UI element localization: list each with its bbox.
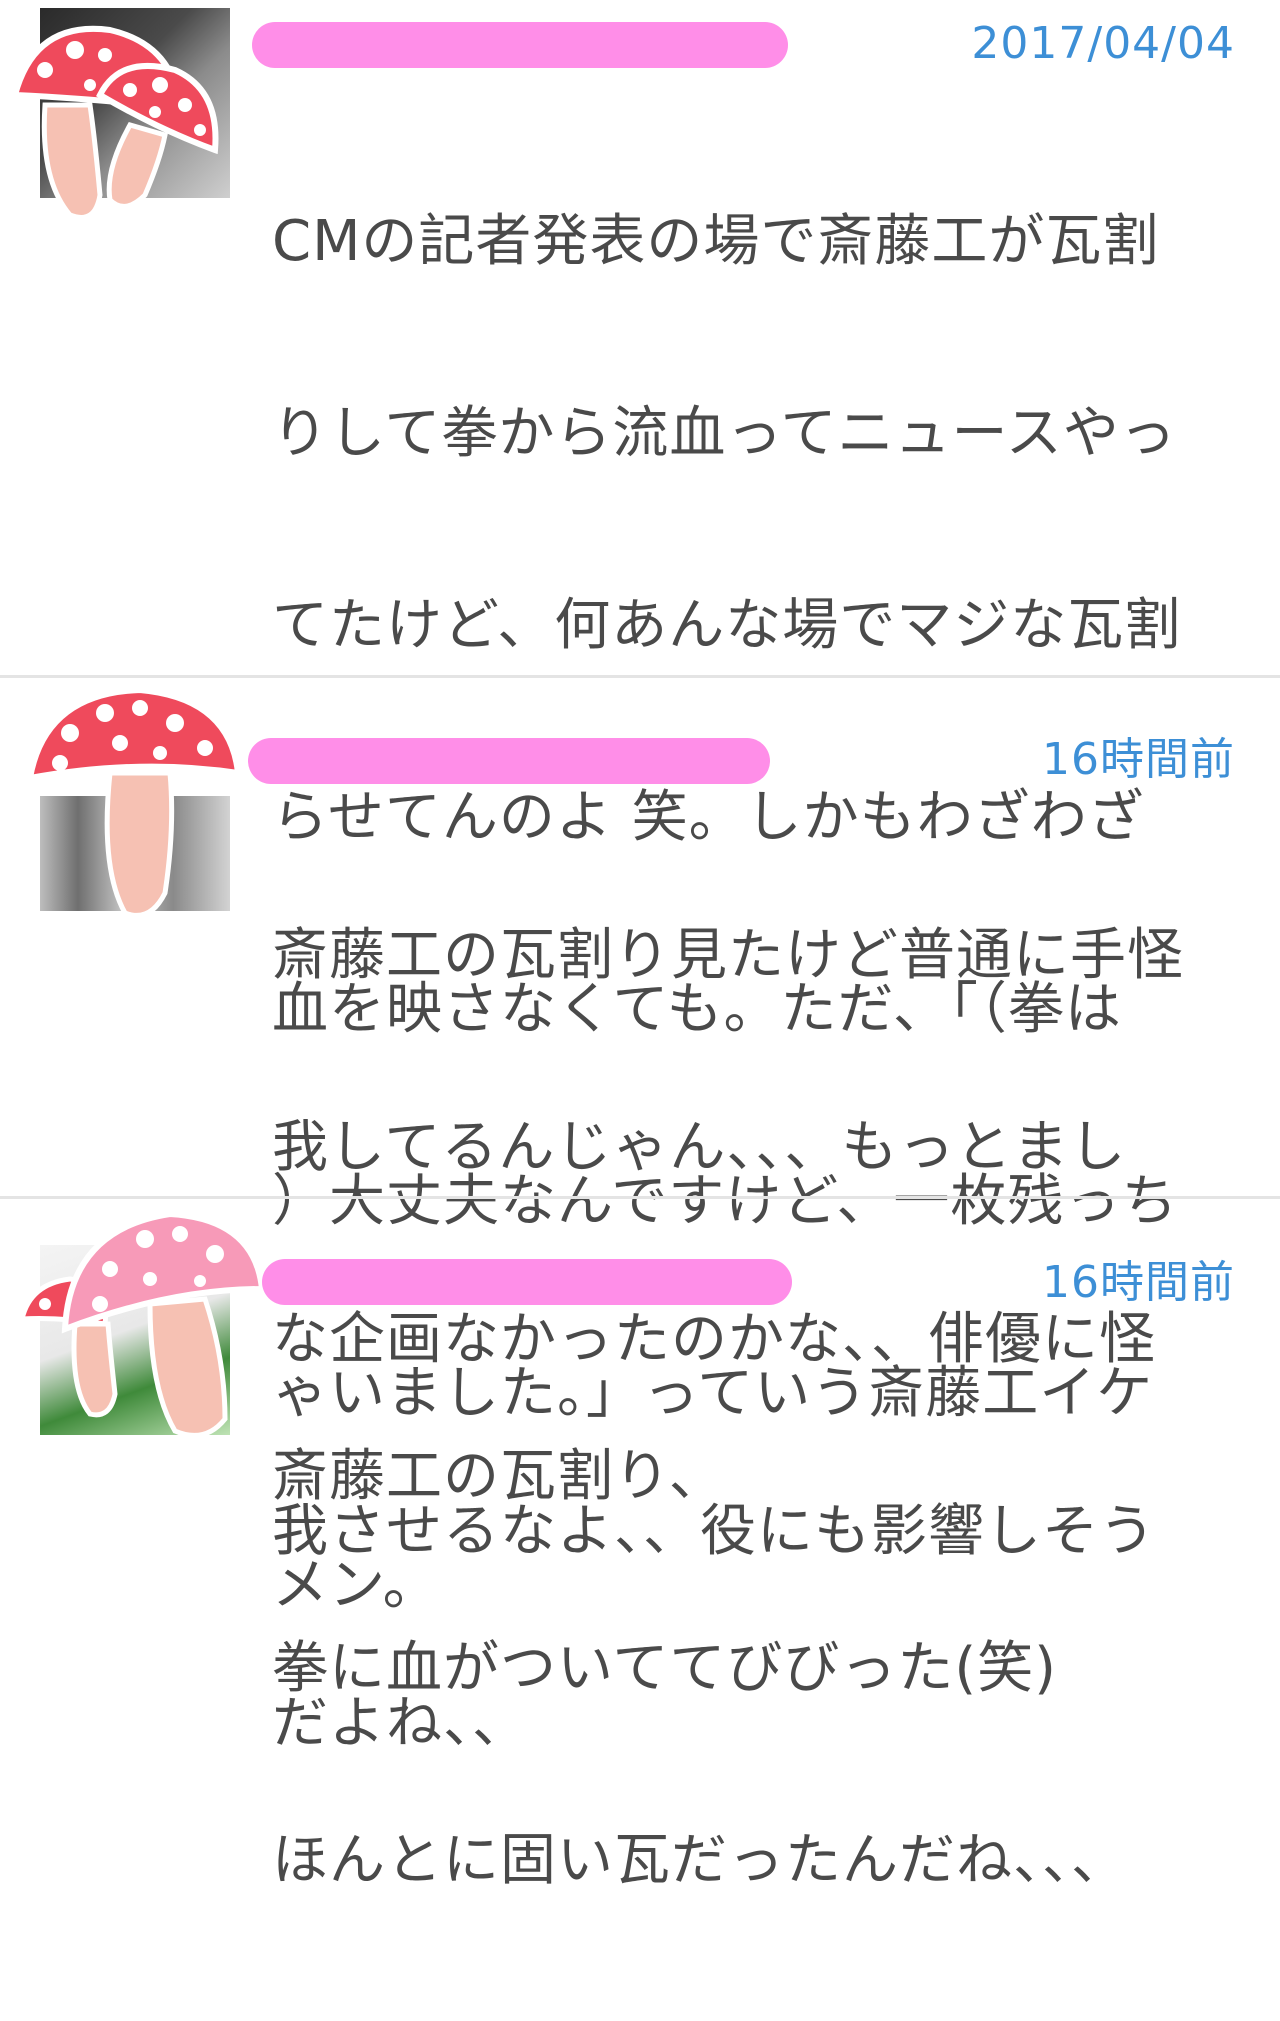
user-avatar[interactable]	[0, 0, 240, 230]
comment-text-line: CMの記者発表の場で斎藤工が瓦割	[272, 209, 1160, 274]
comment-text-line: ほんとに固い瓦だったんだね、、、	[272, 1828, 1128, 1893]
username-redaction	[248, 738, 770, 784]
username-redaction	[252, 22, 788, 68]
comment-text-line: 斎藤工の瓦割り見たけど普通に手怪	[272, 923, 1184, 988]
comment-timestamp: 2017/04/04	[971, 18, 1235, 69]
comment-timestamp: 16時間前	[1042, 734, 1235, 785]
comment-text-line: 我してるんじゃん、、、もっとまし	[272, 1115, 1127, 1180]
comment-text-line: 斎藤工の瓦割り、	[272, 1444, 726, 1509]
comment-text: 斎藤工の瓦割り、 拳に血がついててびびった(笑) ほんとに固い瓦だったんだね、、…	[272, 1317, 1237, 2021]
mushroom-sticker-icon	[18, 1210, 266, 1438]
comment-item: 16時間前 斎藤工の瓦割り、 拳に血がついててびびった(笑) ほんとに固い瓦だっ…	[0, 1199, 1280, 1893]
user-avatar[interactable]	[0, 678, 250, 928]
comment-text-line: りして拳から流血ってニュースやっ	[272, 401, 1177, 466]
comment-item: 16時間前 斎藤工の瓦割り見たけど普通に手怪 我してるんじゃん、、、もっとまし …	[0, 678, 1280, 1756]
comment-feed: 2017/04/04 CMの記者発表の場で斎藤工が瓦割 りして拳から流血ってニュ…	[0, 0, 1280, 1893]
comment-text-line: 拳に血がついててびびった(笑)	[272, 1636, 1058, 1701]
mushroom-sticker-icon	[26, 686, 242, 918]
user-avatar[interactable]	[0, 1199, 270, 1449]
comment-text-line: てたけど、何あんな場でマジな瓦割	[272, 593, 1182, 658]
comment-timestamp: 16時間前	[1042, 1257, 1235, 1308]
username-redaction	[262, 1259, 792, 1305]
mushroom-sticker-icon	[11, 25, 219, 220]
comment-item: 2017/04/04 CMの記者発表の場で斎藤工が瓦割 りして拳から流血ってニュ…	[0, 0, 1280, 1618]
